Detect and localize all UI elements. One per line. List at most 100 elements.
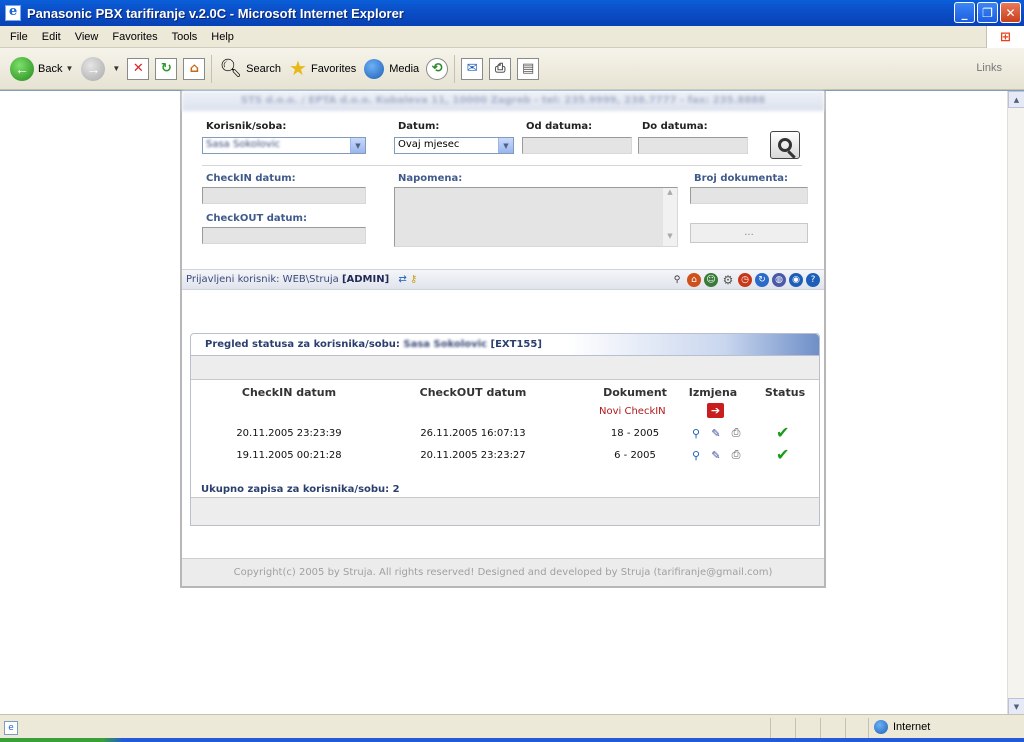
checkout-date-field[interactable] [202,227,366,244]
database-icon[interactable]: ◍ [772,273,786,287]
print-icon[interactable]: ⎙ [729,448,743,462]
search-button[interactable] [770,131,800,159]
history-icon[interactable]: ⟲ [426,57,449,80]
scroll-down-icon[interactable]: ▼ [1008,698,1024,715]
from-date-label: Od datuma: [526,121,593,132]
home-icon[interactable]: ⌂ [687,273,701,287]
logged-user-text: Prijavljeni korisnik: WEB\Struja [186,274,339,285]
menu-help[interactable]: Help [204,31,241,43]
print-icon[interactable]: ⎙ [489,57,512,80]
edit-icon[interactable]: ▤ [517,57,540,80]
new-checkin-arrow-icon[interactable]: ➔ [707,403,724,418]
chevron-down-icon: ▼ [350,138,365,153]
help-icon[interactable]: ? [806,273,820,287]
to-date-field[interactable] [638,137,748,154]
checkin-date-field[interactable] [202,187,366,204]
gear-icon[interactable]: ⚙ [721,273,735,287]
row1-checkout: 26.11.2005 16:07:13 [420,428,526,439]
checkin-date-label: CheckIN datum: [206,173,296,184]
new-checkin-link[interactable]: Novi CheckIN [599,406,666,417]
ie-icon [5,4,21,21]
doc-number-field[interactable] [690,187,808,204]
row1-checkin: 20.11.2005 23:23:39 [236,428,342,439]
switch-user-icon[interactable]: ⇄ [398,274,406,285]
panel-title-user: Sasa Sokolovic [403,339,488,350]
col-checkin: CheckIN datum [241,386,337,399]
panel-title-ext: [EXT155] [490,339,542,350]
col-status: Status [764,386,806,399]
menu-bar: File Edit View Favorites Tools Help ⊞ [0,26,1024,48]
textarea-scrollbar[interactable]: ▲ ▼ [663,188,677,246]
checkout-date-label: CheckOUT datum: [206,213,307,224]
search-icon: 🔍︎ [219,58,243,78]
users-icon[interactable]: ☺ [704,273,718,287]
col-document: Dokument [603,386,667,399]
favorites-toolbar-button[interactable]: ★ Favorites [285,52,360,86]
menu-tools[interactable]: Tools [165,31,205,43]
page-footer: Copyright(c) 2005 by Struja. All rights … [182,558,824,586]
forward-arrow-icon: → [81,56,106,81]
forward-dropdown-icon[interactable]: ▼ [112,64,120,73]
security-zone: Internet [874,720,930,734]
window-title: Panasonic PBX tarifiranje v.2.0C - Micro… [27,5,404,21]
col-change: Izmjena [688,386,738,399]
from-date-field[interactable] [522,137,632,154]
view-icon[interactable]: ⚲ [689,426,703,440]
back-button[interactable]: ← Back ▼ [6,52,77,86]
scroll-up-icon[interactable]: ▲ [663,188,677,202]
status-panel: Pregled statusa za korisnika/sobu: Sasa … [190,333,820,526]
maximize-button[interactable]: ❐ [977,2,998,23]
doc-number-label: Broj dokumenta: [694,173,788,184]
company-header: STS d.o.o. / EPTA d.o.o. Kubaleva 11, 10… [182,91,824,111]
toolbar: ← Back ▼ → ▼ ✕ ↻ ⌂ 🔍︎ Search ★ Favorites… [0,48,1024,90]
row2-checkin: 19.11.2005 00:21:28 [236,450,342,461]
note-textarea[interactable]: ▲ ▼ [394,187,678,247]
menu-favorites[interactable]: Favorites [105,31,164,43]
title-bar: Panasonic PBX tarifiranje v.2.0C - Micro… [0,0,1024,26]
status-ok-icon: ✔ [776,423,790,442]
minimize-button[interactable]: _ [954,2,975,23]
user-select[interactable]: Sasa Sokolovic ▼ [202,137,366,154]
search-toolbar-button[interactable]: 🔍︎ Search [215,52,285,86]
date-select[interactable]: Ovaj mjesec ▼ [394,137,514,154]
vertical-scrollbar[interactable]: ▲ ▼ [1007,91,1024,715]
close-button[interactable]: ✕ [1000,2,1021,23]
edit-icon[interactable]: ✎ [709,426,723,440]
scroll-up-icon[interactable]: ▲ [1008,91,1024,108]
scroll-down-icon[interactable]: ▼ [663,232,677,246]
mail-icon[interactable]: ✉ [461,57,484,80]
menu-edit[interactable]: Edit [35,31,68,43]
magnifier-icon [778,138,792,152]
print-icon[interactable]: ⎙ [729,426,743,440]
media-toolbar-button[interactable]: Media [360,52,423,86]
back-dropdown-icon[interactable]: ▼ [65,64,73,73]
windows-logo-icon: ⊞ [986,26,1024,48]
chevron-down-icon: ▼ [498,138,513,153]
clock-icon[interactable]: ◷ [738,273,752,287]
row2-checkout: 20.11.2005 23:23:27 [420,450,526,461]
menu-file[interactable]: File [3,31,35,43]
app-page: STS d.o.o. / EPTA d.o.o. Kubaleva 11, 10… [180,91,826,588]
refresh-icon[interactable]: ↻ [755,273,769,287]
refresh-icon[interactable]: ↻ [155,57,178,80]
key-icon[interactable]: ⚷ [410,274,417,285]
stop-icon[interactable]: ✕ [127,57,150,80]
browser-viewport: ▲ ▼ STS d.o.o. / EPTA d.o.o. Kubaleva 11… [0,90,1024,715]
menu-view[interactable]: View [68,31,106,43]
internet-globe-icon [874,720,888,734]
record-count: Ukupno zapisa za korisnika/sobu: 2 [201,484,400,495]
media-globe-icon [364,58,385,79]
user-select-value: Sasa Sokolovic [206,139,281,150]
links-label[interactable]: Links [976,62,1002,74]
view-icon[interactable]: ⚲ [689,448,703,462]
row1-document: 18 - 2005 [610,428,660,439]
search-icon[interactable]: ⚲ [670,273,684,287]
page-done-icon: e [4,721,18,735]
globe-icon[interactable]: ◉ [789,273,803,287]
user-role-badge: [ADMIN] [341,274,390,285]
ellipsis-button[interactable]: ... [690,223,808,243]
home-icon[interactable]: ⌂ [183,57,206,80]
forward-button[interactable]: → ▼ [77,52,124,86]
edit-icon[interactable]: ✎ [709,448,723,462]
col-checkout: CheckOUT datum [419,386,527,399]
